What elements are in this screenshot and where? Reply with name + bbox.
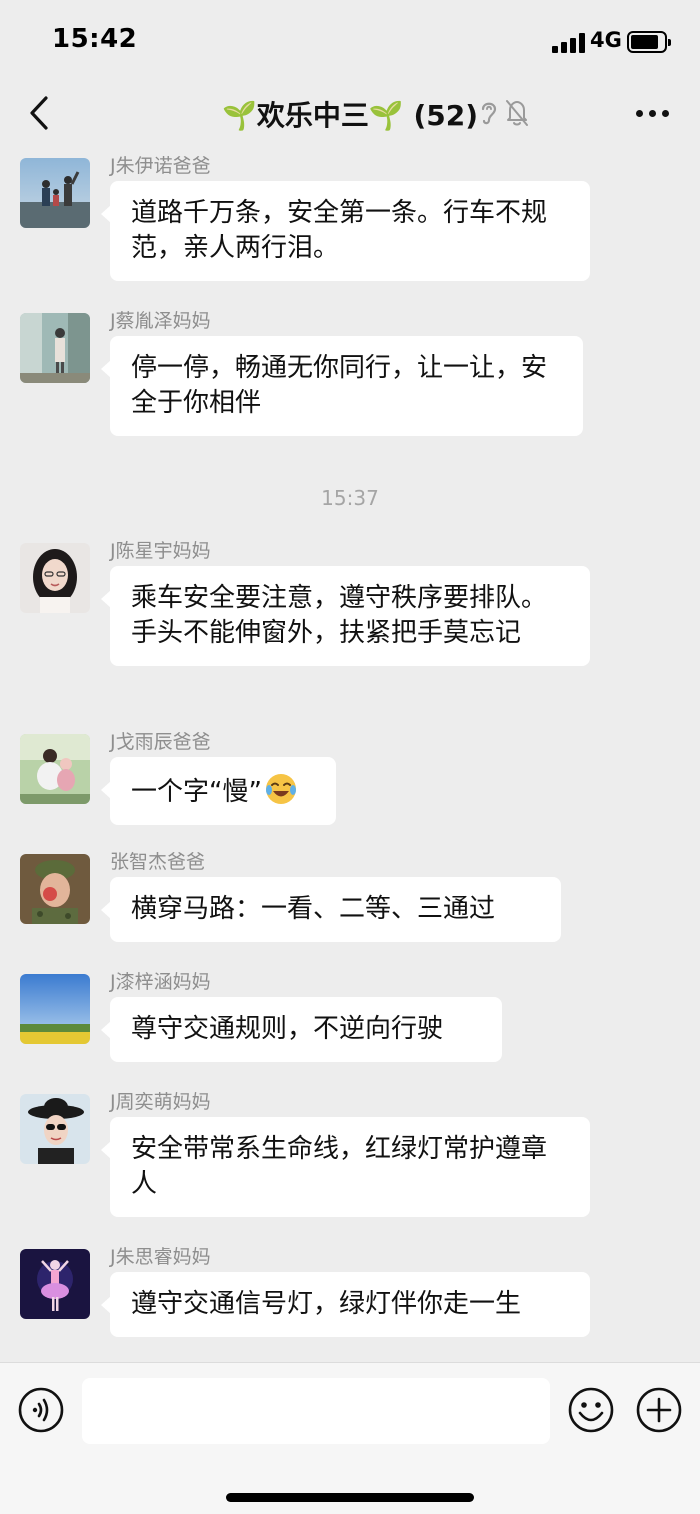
- message-bubble[interactable]: 道路千万条，安全第一条。行车不规范，亲人两行泪。: [101, 181, 590, 281]
- message-list[interactable]: J朱伊诺爸爸 道路千万条，安全第一条。行车不规范，亲人两行泪。 J蔡胤泽妈妈 停…: [0, 146, 700, 1362]
- sender-name: J漆梓涵妈妈: [110, 971, 211, 993]
- avatar[interactable]: [20, 543, 90, 613]
- earpiece-icon: [481, 102, 497, 125]
- time-divider: 15:37: [321, 486, 379, 510]
- voice-button[interactable]: [18, 1387, 64, 1433]
- nav-status-icons: [478, 98, 532, 128]
- more-dots-icon: [636, 110, 643, 117]
- sender-name: 张智杰爸爸: [110, 851, 206, 873]
- nav-bar: 🌱欢乐中三🌱 (52): [0, 84, 700, 146]
- sender-name: J朱伊诺爸爸: [110, 155, 211, 177]
- message-bubble[interactable]: 一个字“慢”: [101, 757, 336, 825]
- status-time: 15:42: [52, 24, 138, 54]
- sender-name: J周奕萌妈妈: [110, 1091, 211, 1113]
- input-bar: [0, 1362, 700, 1514]
- battery-icon: [627, 31, 671, 53]
- plus-icon: [636, 1387, 682, 1433]
- avatar[interactable]: [20, 974, 90, 1044]
- message-bubble[interactable]: 遵守交通信号灯，绿灯伴你走一生: [101, 1272, 590, 1337]
- message-text: 一个字“慢”: [131, 777, 262, 807]
- group-chat-title: 🌱欢乐中三🌱 (52): [221, 99, 479, 132]
- message-bubble[interactable]: 横穿马路：一看、二等、三通过: [101, 877, 561, 942]
- more-button[interactable]: [630, 98, 674, 128]
- message-input[interactable]: [82, 1378, 550, 1444]
- cellular-signal-icon: [552, 33, 586, 53]
- network-type: 4G: [590, 28, 622, 52]
- chat-screen: 15:42 4G 🌱欢乐中三🌱 (52) J朱伊诺爸爸 道路千万条，安全第一条。…: [0, 0, 700, 1514]
- avatar[interactable]: [20, 158, 90, 228]
- avatar[interactable]: [20, 313, 90, 383]
- message-bubble[interactable]: 安全带常系生命线，红绿灯常护遵章人: [101, 1117, 590, 1217]
- laughing-crying-emoji-icon: [265, 774, 296, 804]
- status-bar: 15:42 4G: [0, 0, 700, 84]
- avatar[interactable]: [20, 1249, 90, 1319]
- sender-name: J戈雨辰爸爸: [110, 731, 211, 753]
- avatar[interactable]: [20, 1094, 90, 1164]
- sender-name: J蔡胤泽妈妈: [110, 310, 211, 332]
- emoji-button[interactable]: [568, 1387, 614, 1433]
- sender-name: J陈星宇妈妈: [110, 540, 211, 562]
- avatar[interactable]: [20, 734, 90, 804]
- message-bubble[interactable]: 乘车安全要注意，遵守秩序要排队。手头不能伸窗外，扶紧把手莫忘记: [101, 566, 590, 666]
- sender-name: J朱思睿妈妈: [110, 1246, 211, 1268]
- avatar[interactable]: [20, 854, 90, 924]
- message-bubble[interactable]: 尊守交通规则，不逆向行驶: [101, 997, 502, 1062]
- home-indicator[interactable]: [226, 1493, 474, 1502]
- emoji-icon: [568, 1387, 614, 1433]
- message-bubble[interactable]: 停一停，畅通无你同行，让一让，安全于你相伴: [101, 336, 583, 436]
- voice-icon: [18, 1387, 64, 1433]
- more-functions-button[interactable]: [636, 1387, 682, 1433]
- mute-bell-icon: [506, 100, 528, 126]
